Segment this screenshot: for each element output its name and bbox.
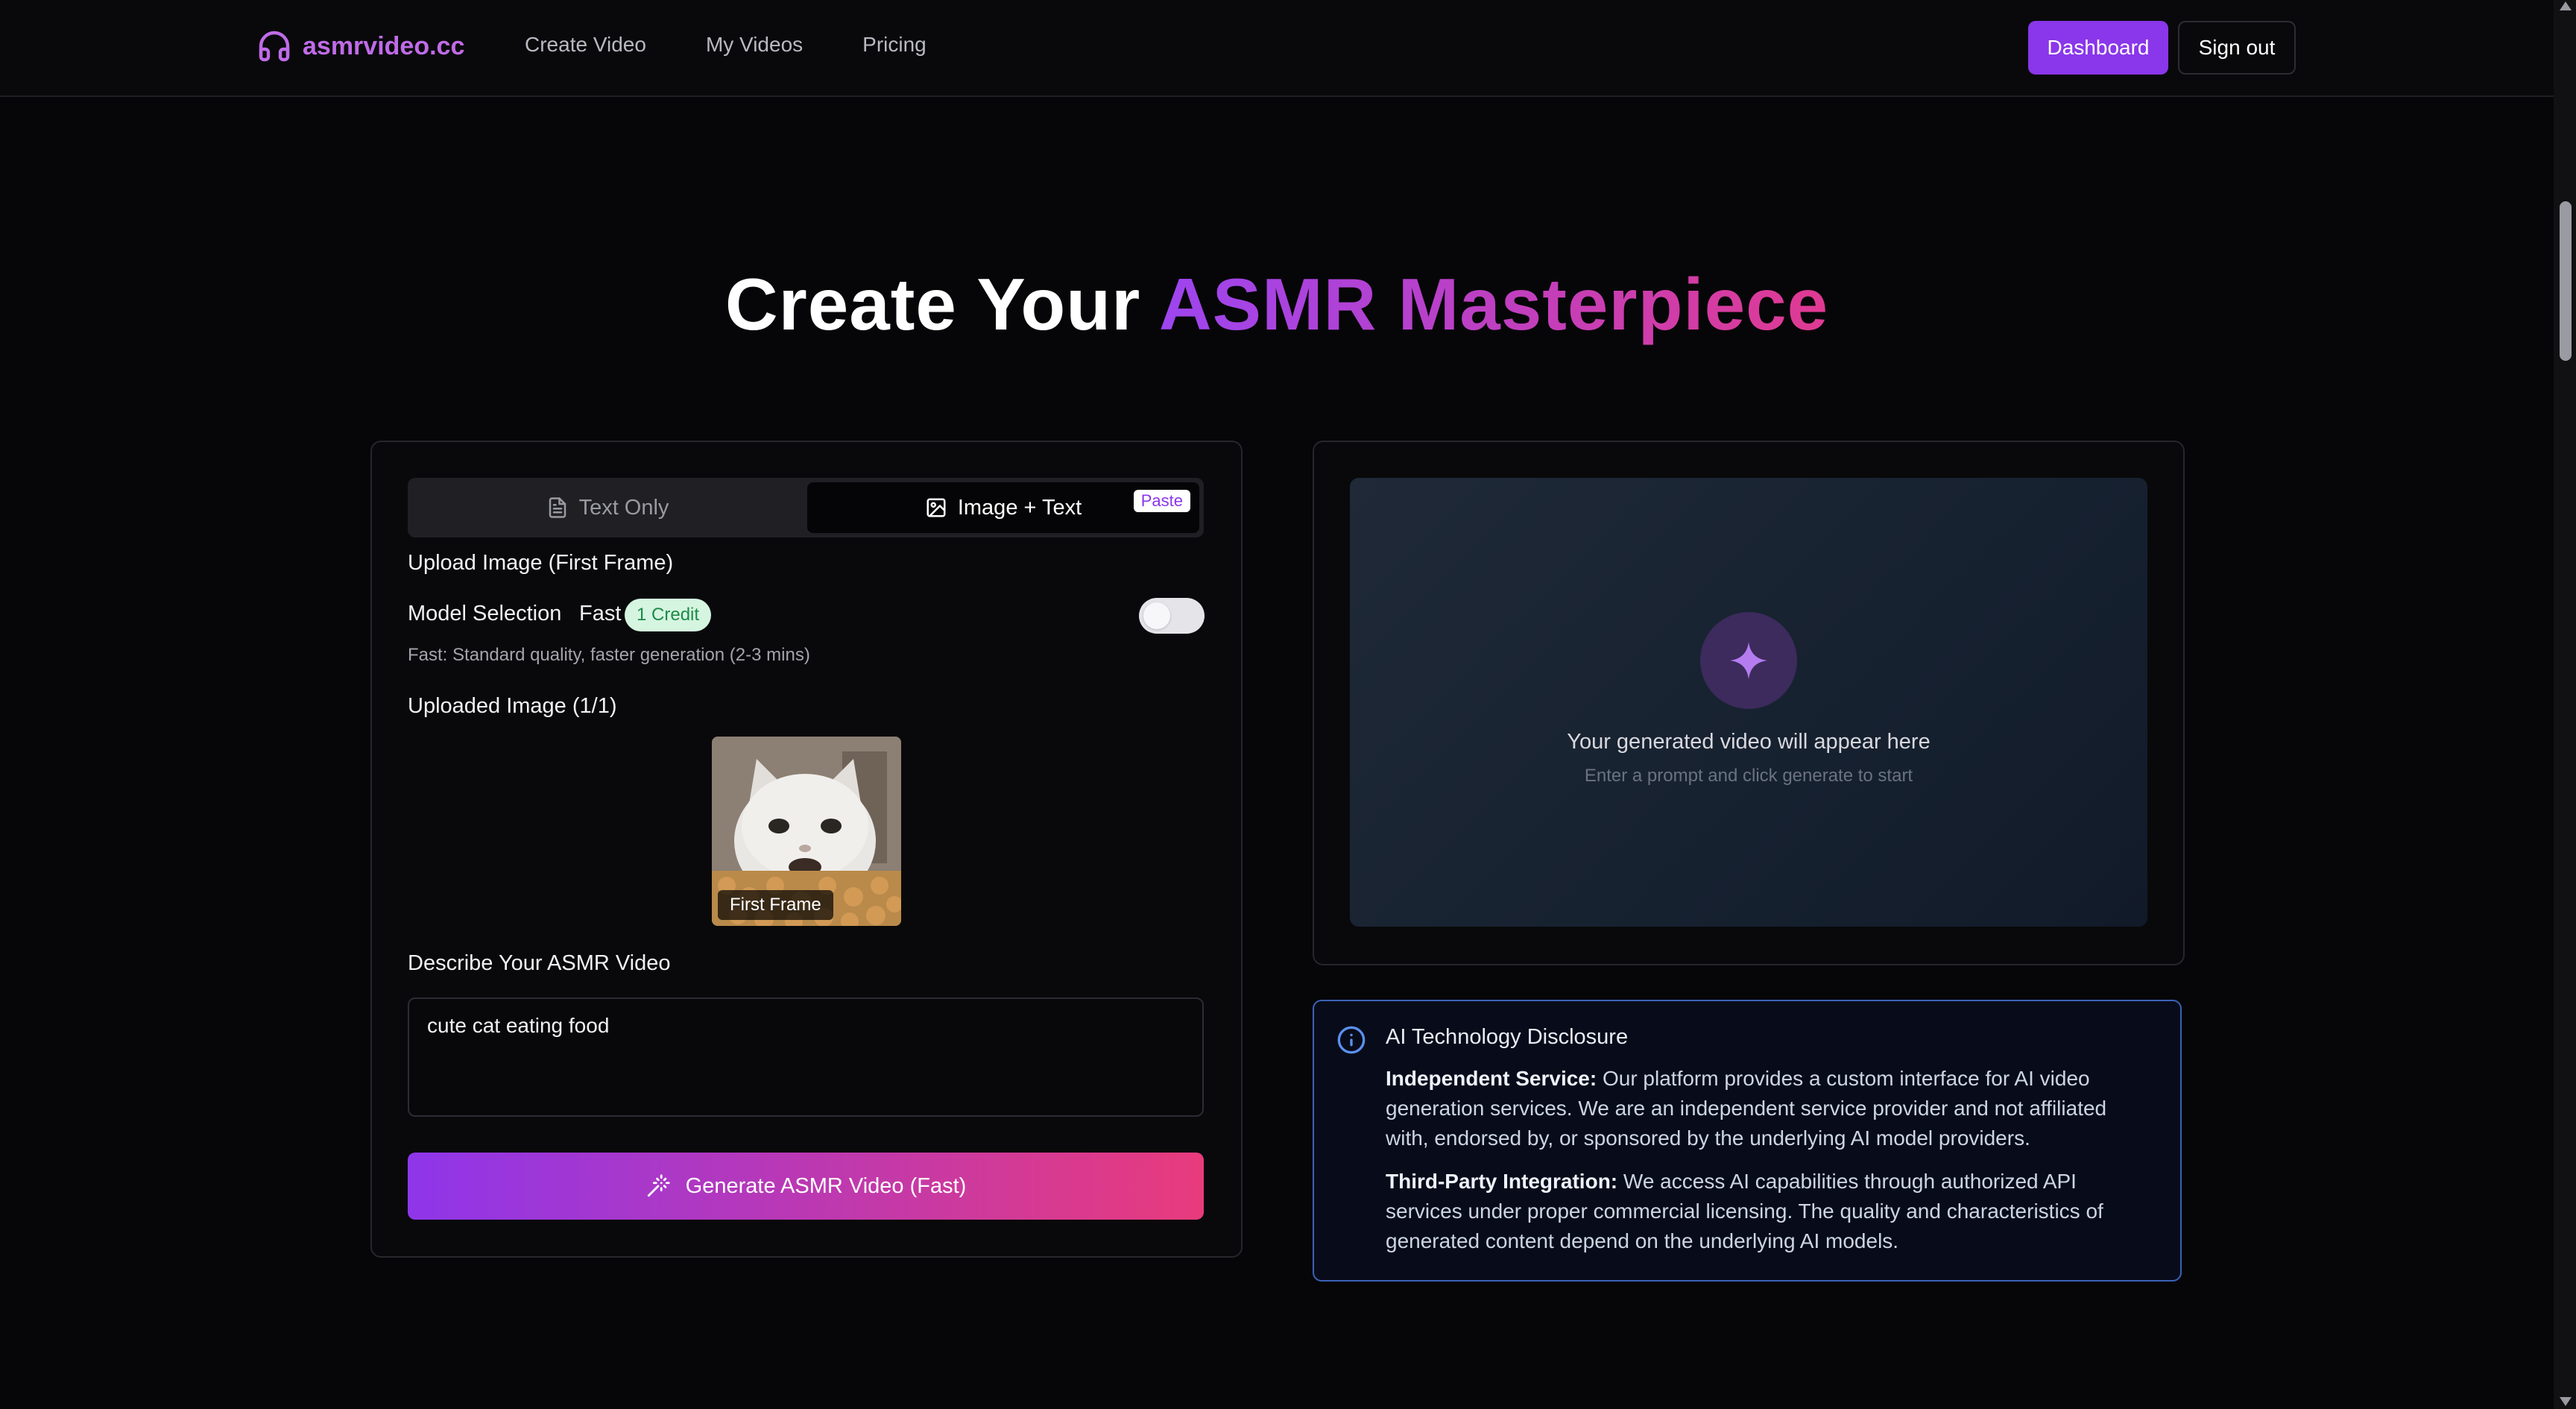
upload-image-label: Upload Image (First Frame) xyxy=(408,551,674,575)
logo[interactable]: asmrvideo.cc xyxy=(256,28,464,64)
prompt-textarea[interactable]: cute cat eating food xyxy=(408,997,1204,1117)
model-hint: Fast: Standard quality, faster generatio… xyxy=(408,645,810,665)
disclosure-bold-independent: Independent Service: xyxy=(1386,1067,1597,1090)
scroll-up-arrow-icon[interactable] xyxy=(2560,1,2572,10)
create-form-card: Text Only Image + Text Paste Upload Imag… xyxy=(370,441,1243,1258)
sparkle-icon xyxy=(1730,642,1767,679)
disclosure-paragraph-independent: Independent Service: Our platform provid… xyxy=(1386,1064,2146,1153)
tab-text-only[interactable]: Text Only xyxy=(412,482,803,533)
ai-disclosure-panel: AI Technology Disclosure Independent Ser… xyxy=(1313,1000,2182,1282)
sign-out-button[interactable]: Sign out xyxy=(2178,21,2296,75)
scrollbar-thumb[interactable] xyxy=(2560,201,2572,361)
model-toggle[interactable] xyxy=(1139,598,1205,634)
nav-link-pricing[interactable]: Pricing xyxy=(862,33,926,57)
scroll-down-arrow-icon[interactable] xyxy=(2560,1397,2572,1406)
uploaded-image-thumbnail[interactable]: First Frame xyxy=(712,737,901,926)
tab-text-only-label: Text Only xyxy=(578,495,669,520)
tab-image-text-label: Image + Text xyxy=(957,495,1082,520)
document-icon xyxy=(549,497,566,518)
dashboard-button[interactable]: Dashboard xyxy=(2028,21,2168,75)
logo-text: asmrvideo.cc xyxy=(303,31,465,60)
preview-subtitle: Enter a prompt and click generate to sta… xyxy=(1584,766,1913,786)
paste-badge[interactable]: Paste xyxy=(1133,490,1190,512)
disclosure-paragraph-third-party: Third-Party Integration: We access AI ca… xyxy=(1386,1167,2146,1256)
model-value: Fast xyxy=(579,602,622,625)
page-title-gradient: ASMR Masterpiece xyxy=(1158,263,1829,345)
disclosure-title: AI Technology Disclosure xyxy=(1386,1025,1629,1049)
generate-button-label: Generate ASMR Video (Fast) xyxy=(685,1173,967,1198)
sparkle-badge xyxy=(1700,612,1797,709)
image-icon xyxy=(926,498,946,517)
generate-button[interactable]: Generate ASMR Video (Fast) xyxy=(408,1153,1204,1220)
toggle-knob xyxy=(1143,602,1170,629)
page-title-white: Create Your xyxy=(724,263,1141,345)
disclosure-bold-third-party: Third-Party Integration: xyxy=(1386,1170,1618,1193)
mode-tabs: Text Only Image + Text Paste xyxy=(408,478,1204,538)
video-preview-card: Your generated video will appear here En… xyxy=(1313,441,2185,965)
uploaded-image-label: Uploaded Image (1/1) xyxy=(408,694,617,718)
top-navbar: asmrvideo.cc Create Video My Videos Pric… xyxy=(0,0,2554,97)
first-frame-label: First Frame xyxy=(718,890,833,920)
video-preview-area: Your generated video will appear here En… xyxy=(1350,478,2147,927)
magic-wand-icon xyxy=(647,1174,670,1197)
nav-links: Create Video My Videos Pricing xyxy=(525,33,926,57)
headphones-icon xyxy=(259,31,290,62)
credit-badge: 1 Credit xyxy=(625,599,712,631)
model-selection-label: Model Selection xyxy=(408,602,562,625)
nav-link-my-videos[interactable]: My Videos xyxy=(706,33,803,57)
preview-title: Your generated video will appear here xyxy=(1567,730,1931,754)
tab-image-text[interactable]: Image + Text Paste xyxy=(807,482,1199,533)
describe-label: Describe Your ASMR Video xyxy=(408,951,671,975)
nav-link-create-video[interactable]: Create Video xyxy=(525,33,646,57)
info-icon xyxy=(1337,1026,1366,1054)
page-scrollbar[interactable] xyxy=(2554,0,2576,1409)
page-title: Create Your ASMR Masterpiece xyxy=(0,262,2554,347)
